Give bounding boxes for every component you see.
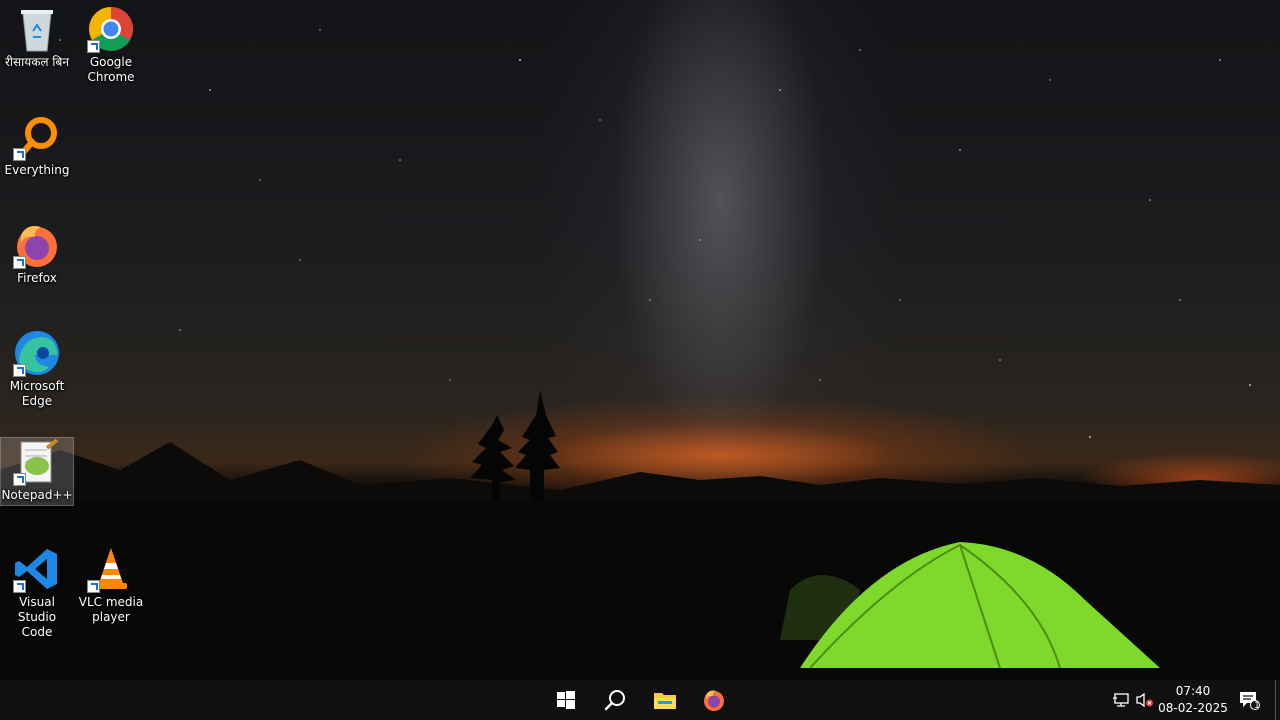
firefox-icon [704,690,724,711]
show-desktop-button[interactable] [1275,680,1280,720]
taskbar: 07:40 08-02-2025 1 [0,680,1280,720]
everything-search-icon [13,113,61,161]
notification-center-button[interactable]: 1 [1236,680,1262,720]
clock-time: 07:40 [1175,684,1211,698]
start-button[interactable] [543,680,589,720]
edge-icon [13,329,61,377]
firefox-taskbar-button[interactable] [691,680,737,720]
shortcut-arrow-icon [13,473,26,486]
icon-label: Microsoft [9,379,65,393]
shortcut-arrow-icon [13,364,26,377]
clock[interactable]: 07:40 08-02-2025 [1152,683,1234,717]
search-icon [604,690,625,711]
desktop-icon-vlc-media-player[interactable]: VLC media player [74,545,148,631]
shortcut-arrow-icon [13,580,26,593]
chrome-icon [87,5,135,53]
icon-label: Google [89,55,133,69]
desktop-icon-recycle-bin[interactable]: रीसायकल बिन [0,5,74,75]
icon-label: रीसायकल बिन [5,55,69,69]
network-tray-button[interactable] [1110,680,1132,720]
icon-label: Firefox [17,271,57,285]
shortcut-arrow-icon [87,580,100,593]
desktop-icon-firefox[interactable]: Firefox [0,221,74,291]
desktop-wallpaper [0,0,1280,680]
icon-label-line2: player [92,610,130,624]
icon-label: Notepad++ [1,488,73,502]
desktop-icon-google-chrome[interactable]: Google Chrome [74,5,148,91]
firefox-icon [13,221,61,269]
shortcut-arrow-icon [87,40,100,53]
desktop-icon-everything[interactable]: Everything [0,113,74,183]
icon-label: Visual Studio [17,595,57,624]
vscode-icon [13,545,61,593]
shortcut-arrow-icon [13,148,26,161]
desktop-icon-notepad-plus-plus[interactable]: Notepad++ [0,437,74,506]
clock-date: 08-02-2025 [1158,701,1228,715]
recycle-bin-icon [13,5,61,53]
icon-label-line2: Code [21,625,53,639]
file-explorer-icon [654,693,676,709]
desktop-icon-microsoft-edge[interactable]: Microsoft Edge [0,329,74,415]
icon-label-line2: Chrome [87,70,135,84]
desktop-icon-visual-studio-code[interactable]: Visual Studio Code [0,545,74,639]
notification-count-badge: 1 [1254,701,1260,711]
shortcut-arrow-icon [13,256,26,269]
notepad-plus-plus-icon [13,438,61,486]
network-icon [1113,693,1129,707]
wallpaper-landscape [0,29,1280,680]
file-explorer-button[interactable] [642,680,688,720]
vlc-cone-icon [87,545,135,593]
icon-label: Everything [4,163,70,177]
icon-label-line2: Edge [21,394,53,408]
icon-label: VLC media [78,595,144,609]
windows-start-icon [557,691,575,709]
search-button[interactable] [592,680,638,720]
